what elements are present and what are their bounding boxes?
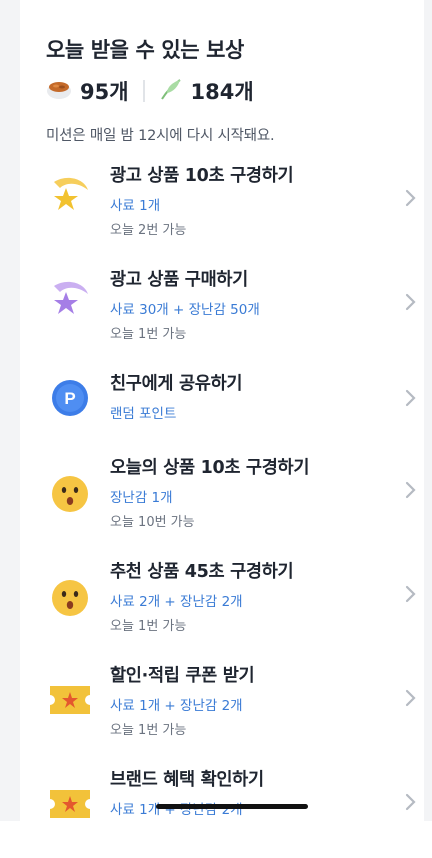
leaf-toy-icon	[159, 77, 183, 106]
reset-notice: 미션은 매일 밤 12시에 다시 시작돼요.	[46, 128, 275, 144]
mission-title: 광고 상품 구매하기	[110, 270, 248, 290]
food-count: 95개	[46, 76, 129, 106]
chevron-right-icon	[404, 688, 418, 708]
mission-item[interactable]: 할인·적립 쿠폰 받기 사료 1개 + 장난감 2개 오늘 1번 가능	[0, 650, 432, 754]
mission-reward: 랜덤 포인트	[110, 406, 177, 422]
mission-reward: 사료 2개 + 장난감 2개	[110, 594, 243, 610]
food-count-value: 95개	[80, 80, 129, 104]
mission-item[interactable]: 광고 상품 10초 구경하기 사료 1개 오늘 2번 가능	[0, 150, 432, 254]
shooting-star-purple-icon	[48, 276, 92, 320]
mission-item[interactable]: P 친구에게 공유하기 랜덤 포인트	[0, 358, 432, 442]
shooting-star-gold-icon	[48, 172, 92, 216]
point-coin-icon: P	[48, 376, 92, 420]
mission-reward: 사료 30개 + 장난감 50개	[110, 302, 260, 318]
mission-item[interactable]: 오늘의 상품 10초 구경하기 장난감 1개 오늘 10번 가능	[0, 442, 432, 546]
mission-text: 브랜드 혜택 확인하기 사료 1개 + 장난감 2개	[110, 766, 264, 818]
mission-limit: 오늘 2번 가능	[110, 223, 187, 238]
mission-title: 친구에게 공유하기	[110, 374, 243, 394]
mission-text: 할인·적립 쿠폰 받기 사료 1개 + 장난감 2개 오늘 1번 가능	[110, 662, 255, 738]
toy-count: 184개	[159, 76, 254, 106]
reward-counts: 95개 184개	[46, 76, 406, 106]
chevron-right-icon	[404, 188, 418, 208]
mission-limit: 오늘 1번 가능	[110, 327, 187, 342]
mission-text: 친구에게 공유하기 랜덤 포인트	[110, 370, 243, 422]
coupon-ticket-icon	[48, 678, 92, 722]
mission-reward: 사료 1개	[110, 198, 161, 214]
chevron-right-icon	[404, 584, 418, 604]
mission-limit: 오늘 10번 가능	[110, 515, 195, 530]
chevron-right-icon	[404, 292, 418, 312]
mission-text: 추천 상품 45초 구경하기 사료 2개 + 장난감 2개 오늘 1번 가능	[110, 558, 294, 634]
mission-title: 오늘의 상품 10초 구경하기	[110, 458, 310, 478]
mission-text: 광고 상품 10초 구경하기 사료 1개 오늘 2번 가능	[110, 162, 294, 238]
svg-text:P: P	[64, 389, 75, 408]
home-indicator[interactable]	[156, 804, 308, 809]
mission-title: 추천 상품 45초 구경하기	[110, 562, 294, 582]
food-bowl-icon	[46, 77, 72, 106]
mission-title: 브랜드 혜택 확인하기	[110, 770, 264, 790]
mission-text: 오늘의 상품 10초 구경하기 장난감 1개 오늘 10번 가능	[110, 454, 309, 530]
chevron-right-icon	[404, 792, 418, 812]
mission-title: 광고 상품 10초 구경하기	[110, 166, 294, 186]
mission-limit: 오늘 1번 가능	[110, 619, 187, 634]
mission-item[interactable]: 추천 상품 45초 구경하기 사료 2개 + 장난감 2개 오늘 1번 가능	[0, 546, 432, 650]
chevron-right-icon	[404, 388, 418, 408]
mission-reward: 장난감 1개	[110, 490, 173, 506]
surprised-face-icon	[48, 472, 92, 516]
mission-limit: 오늘 1번 가능	[110, 723, 187, 738]
mission-text: 광고 상품 구매하기 사료 30개 + 장난감 50개 오늘 1번 가능	[110, 266, 260, 342]
mission-item[interactable]: 광고 상품 구매하기 사료 30개 + 장난감 50개 오늘 1번 가능	[0, 254, 432, 358]
chevron-right-icon	[404, 480, 418, 500]
rewards-header: 오늘 받을 수 있는 보상 95개 184개 미션은 매일 밤 12시에 다시 …	[46, 34, 406, 145]
page-title: 오늘 받을 수 있는 보상	[46, 38, 244, 62]
surprised-face-icon	[48, 576, 92, 620]
mission-title: 할인·적립 쿠폰 받기	[110, 666, 255, 686]
mission-list: 광고 상품 10초 구경하기 사료 1개 오늘 2번 가능 광고 상품 구매하기…	[0, 150, 432, 858]
count-divider	[142, 80, 145, 102]
mission-reward: 사료 1개 + 장난감 2개	[110, 698, 243, 714]
coupon-ticket-icon	[48, 782, 92, 826]
toy-count-value: 184개	[190, 80, 254, 104]
